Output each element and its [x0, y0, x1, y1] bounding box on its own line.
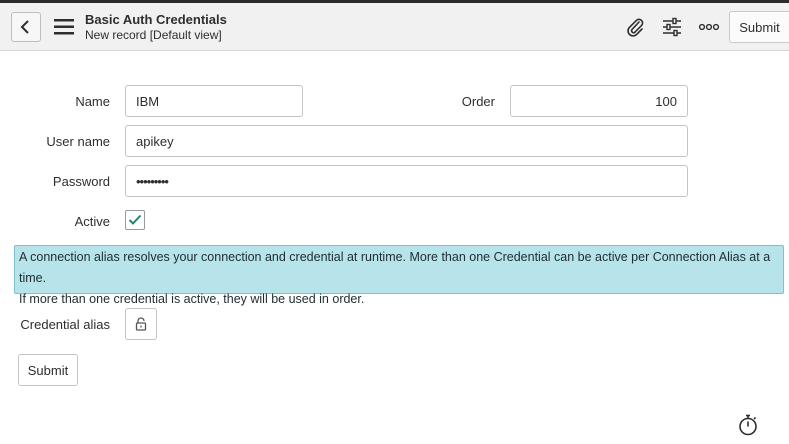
- paperclip-icon: [627, 18, 644, 37]
- name-field[interactable]: IBM: [125, 85, 303, 117]
- back-button[interactable]: [11, 12, 41, 42]
- attachment-button[interactable]: [624, 16, 646, 38]
- info-message-line-2: If more than one credential is active, t…: [19, 292, 365, 306]
- more-options-button[interactable]: [698, 16, 720, 38]
- stopwatch-icon: [739, 414, 757, 436]
- response-time-button[interactable]: [738, 414, 758, 436]
- personalize-form-button[interactable]: [661, 16, 683, 38]
- title-block: Basic Auth Credentials New record [Defau…: [85, 12, 227, 43]
- more-options-icon: [698, 23, 720, 31]
- credential-alias-lock-button[interactable]: [125, 308, 157, 340]
- active-label: Active: [74, 214, 110, 229]
- active-checkbox[interactable]: [125, 210, 145, 230]
- back-icon: [20, 20, 29, 34]
- password-label: Password: [52, 174, 110, 189]
- checkmark-icon: [128, 214, 142, 225]
- form-header: Basic Auth Credentials New record [Defau…: [0, 3, 789, 51]
- hamburger-menu-icon: [54, 19, 74, 35]
- header-submit-button[interactable]: Submit: [729, 11, 789, 43]
- page-title: Basic Auth Credentials: [85, 12, 227, 27]
- name-label: Name: [75, 94, 110, 109]
- info-message: A connection alias resolves your connect…: [14, 245, 784, 306]
- sliders-icon: [663, 17, 681, 37]
- info-message-line-1: A connection alias resolves your connect…: [19, 250, 771, 285]
- credential-alias-label: Credential alias: [20, 317, 110, 332]
- lock-icon: [135, 317, 147, 331]
- order-field[interactable]: 100: [510, 85, 688, 117]
- hamburger-menu-button[interactable]: [53, 17, 75, 37]
- page-subtitle: New record [Default view]: [85, 28, 222, 42]
- order-label: Order: [461, 94, 495, 109]
- submit-button[interactable]: Submit: [18, 354, 78, 386]
- username-field[interactable]: apikey: [125, 125, 688, 157]
- password-field[interactable]: •••••••••: [125, 165, 688, 197]
- username-label: User name: [46, 134, 110, 149]
